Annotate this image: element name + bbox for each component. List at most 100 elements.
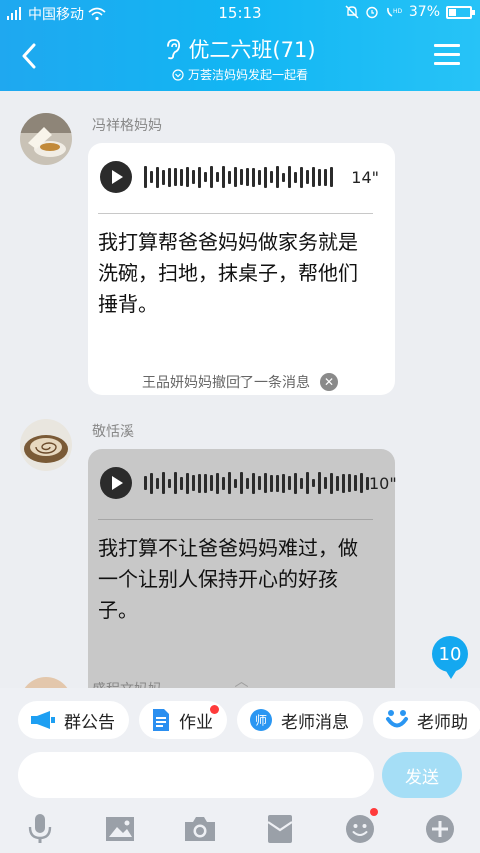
- sender-name: 盛程文妈妈: [92, 679, 162, 688]
- waveform-bar: [318, 168, 321, 186]
- send-button[interactable]: 发送: [382, 752, 462, 798]
- waveform-bar: [348, 474, 351, 492]
- waveform-bar: [312, 479, 315, 487]
- voice-button[interactable]: [20, 810, 60, 848]
- waveform-bar: [180, 476, 183, 490]
- waveform-bar: [216, 172, 219, 182]
- page-title: 优二六班(71): [188, 38, 316, 62]
- svg-text:HD: HD: [393, 8, 403, 15]
- waveform-bar: [180, 168, 183, 186]
- status-bar: 中国移动 15:13 HD 37%: [0, 0, 480, 26]
- close-icon[interactable]: ✕: [320, 373, 338, 391]
- redpacket-button[interactable]: [260, 810, 300, 848]
- waveform-bar: [228, 472, 231, 494]
- waveform-bar: [198, 473, 201, 493]
- waveform-bar: [210, 166, 213, 188]
- waveform-bar: [336, 475, 339, 491]
- image-button[interactable]: [100, 810, 140, 848]
- play-icon[interactable]: [100, 467, 132, 499]
- waveform: [144, 165, 333, 189]
- waveform-bar: [330, 167, 333, 187]
- waveform-bar: [258, 476, 261, 490]
- menu-button[interactable]: [434, 44, 460, 66]
- camera-icon: [185, 817, 215, 841]
- waveform-bar: [282, 473, 285, 493]
- notification-dot: [210, 705, 219, 714]
- waveform-bar: [216, 472, 219, 494]
- transcript-text: 我打算帮爸爸妈妈做家务就是洗碗，扫地，抹桌子，帮他们捶背。: [98, 230, 358, 316]
- watch-together-info[interactable]: 万荟洁妈妈发起一起看: [172, 66, 308, 83]
- chip-teacher-helper[interactable]: 老师助: [373, 701, 480, 739]
- waveform-bar: [234, 167, 237, 187]
- unread-count-badge[interactable]: 10: [432, 636, 468, 679]
- waveform-bar: [354, 475, 357, 491]
- avatar[interactable]: [20, 677, 72, 688]
- waveform-bar: [300, 166, 303, 188]
- waveform-bar: [204, 172, 207, 182]
- voice-message-bubble[interactable]: 14" 我打算帮爸爸妈妈做家务就是洗碗，扫地，抹桌子，帮他们捶背。 ︿: [88, 143, 395, 395]
- waveform-bar: [306, 472, 309, 494]
- waveform-bar: [324, 168, 327, 186]
- waveform-bar: [276, 474, 279, 492]
- voice-player: 10": [100, 467, 397, 499]
- chip-label: 老师助: [417, 712, 468, 733]
- waveform-bar: [246, 168, 249, 186]
- voice-message-bubble-selected[interactable]: 10" 我打算不让爸爸妈妈难过，做一个让别人保持开心的好孩子。 ︿: [88, 449, 397, 688]
- waveform-bar: [246, 477, 249, 489]
- teacher-badge-icon: 师: [250, 709, 272, 731]
- waveform-bar: [330, 472, 333, 494]
- waveform-bar: [276, 166, 279, 188]
- chevron-circle-icon: [172, 68, 184, 81]
- waveform-bar: [324, 477, 327, 489]
- helper-icon: [386, 710, 408, 728]
- waveform-bar: [156, 166, 159, 188]
- page-subtitle: 万荟洁妈妈发起一起看: [187, 68, 308, 82]
- chip-group-notice[interactable]: 群公告: [18, 701, 129, 739]
- waveform-bar: [252, 472, 255, 494]
- avatar[interactable]: [20, 113, 72, 165]
- waveform-bar: [228, 170, 231, 184]
- alarm-icon: [366, 6, 378, 19]
- waveform-bar: [300, 477, 303, 489]
- svg-text:师: 师: [255, 714, 267, 728]
- waveform-bar: [174, 168, 177, 186]
- waveform-bar: [168, 167, 171, 187]
- hd-call-icon: HD: [386, 7, 403, 17]
- play-icon[interactable]: [100, 161, 132, 193]
- message-input[interactable]: [18, 752, 374, 798]
- chip-label: 作业: [179, 712, 213, 733]
- waveform-bar: [150, 171, 153, 183]
- divider: [98, 213, 373, 214]
- chat-area[interactable]: 冯祥格妈妈 14" 我打算帮爸爸妈妈做家务就是洗碗，扫地，抹桌子，帮他们捶背。 …: [0, 91, 480, 688]
- envelope-icon: [267, 815, 293, 843]
- homework-doc-icon: [153, 709, 169, 731]
- picture-icon: [106, 817, 134, 841]
- more-button[interactable]: [420, 810, 460, 848]
- waveform-bar: [288, 166, 291, 188]
- bottom-panel: 群公告 作业 师 老师消息 老师助 发送: [0, 688, 480, 853]
- avatar[interactable]: [20, 419, 72, 471]
- waveform-bar: [222, 166, 225, 188]
- waveform-bar: [270, 474, 273, 492]
- waveform-bar: [294, 472, 297, 494]
- emoji-button[interactable]: [340, 808, 380, 848]
- camera-button[interactable]: [180, 810, 220, 848]
- avatar-image: [20, 677, 72, 688]
- title-area: 优二六班(71) 万荟洁妈妈发起一起看: [0, 34, 480, 85]
- recall-notice: 王品妍妈妈撤回了一条消息 ✕: [0, 372, 480, 392]
- voice-duration: 10": [369, 473, 397, 493]
- waveform-bar: [258, 169, 261, 185]
- waveform-bar: [240, 169, 243, 185]
- plus-icon: [426, 815, 454, 843]
- transcript-text: 我打算不让爸爸妈妈难过，做一个让别人保持开心的好孩子。: [98, 536, 358, 622]
- waveform-bar: [270, 171, 273, 183]
- chip-teacher-messages[interactable]: 师 老师消息: [237, 701, 363, 739]
- chip-homework[interactable]: 作业: [139, 701, 227, 739]
- battery-percent: 37%: [408, 4, 440, 20]
- waveform-bar: [156, 477, 159, 489]
- waveform-bar: [312, 167, 315, 187]
- hamburger-line: [434, 53, 460, 56]
- sender-name: 敬恬溪: [92, 424, 134, 440]
- microphone-icon: [28, 814, 52, 843]
- notification-dot: [370, 808, 378, 816]
